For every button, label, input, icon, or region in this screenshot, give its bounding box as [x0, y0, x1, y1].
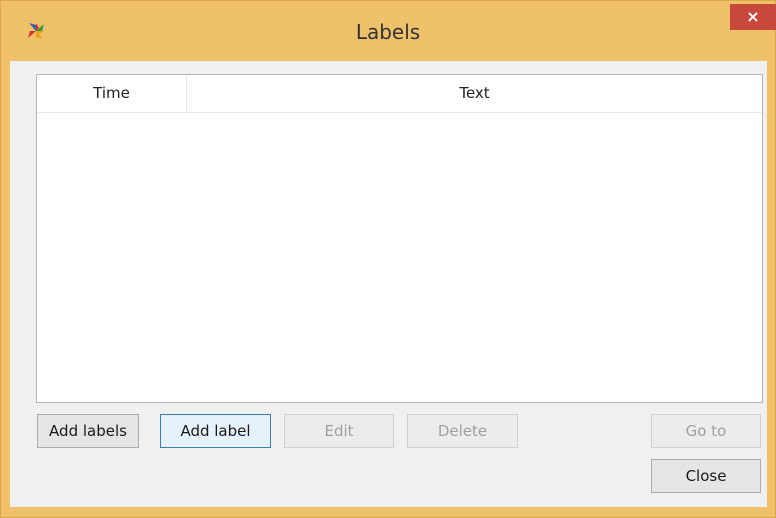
labels-window: Labels × Time Text Add labels Add label … [0, 0, 776, 518]
window-title: Labels [355, 20, 421, 44]
delete-button[interactable]: Delete [407, 414, 518, 448]
add-labels-button[interactable]: Add labels [37, 414, 139, 448]
close-button[interactable]: Close [651, 459, 761, 493]
labels-list[interactable]: Time Text [36, 74, 763, 403]
edit-button[interactable]: Edit [284, 414, 394, 448]
column-header-text[interactable]: Text [187, 75, 762, 112]
go-to-button[interactable]: Go to [651, 414, 761, 448]
column-header-time[interactable]: Time [37, 75, 187, 112]
title-bar[interactable]: Labels × [1, 1, 776, 61]
add-label-button[interactable]: Add label [160, 414, 271, 448]
dialog-body: Time Text Add labels Add label Edit Dele… [10, 61, 767, 507]
list-header: Time Text [37, 75, 762, 113]
window-close-button[interactable]: × [730, 4, 776, 30]
close-icon: × [746, 7, 760, 26]
